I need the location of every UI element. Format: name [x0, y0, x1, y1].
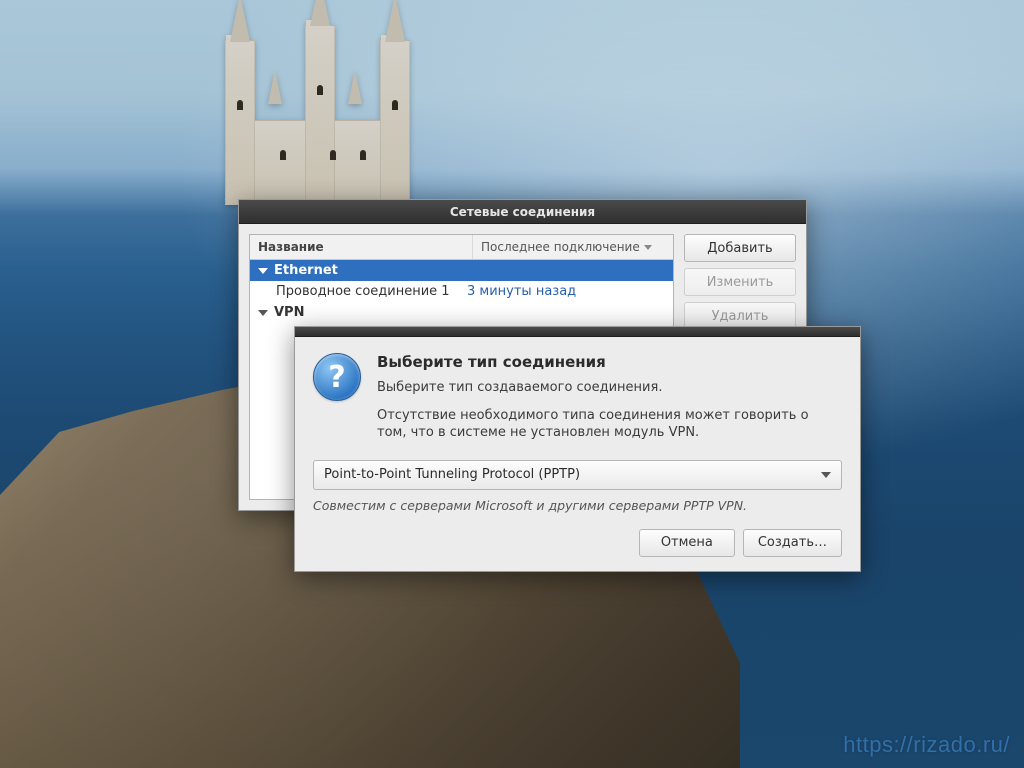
create-button[interactable]: Создать… — [743, 529, 842, 557]
create-button-label: Создать… — [758, 535, 827, 550]
expander-icon — [258, 310, 268, 316]
tree-item-last: 3 минуты назад — [467, 284, 667, 299]
connection-type-selected: Point-to-Point Tunneling Protocol (PPTP) — [324, 467, 821, 482]
column-name[interactable]: Название — [250, 235, 473, 259]
window-title[interactable]: Сетевые соединения — [239, 200, 806, 224]
column-last-used-label: Последнее подключение — [481, 240, 640, 254]
add-button-label: Добавить — [707, 241, 772, 256]
window-title-label: Сетевые соединения — [450, 205, 595, 219]
column-last-used[interactable]: Последнее подключение — [473, 235, 673, 259]
cancel-button[interactable]: Отмена — [639, 529, 735, 557]
cancel-button-label: Отмена — [661, 535, 713, 550]
tree-group-label: Ethernet — [274, 263, 338, 278]
add-button[interactable]: Добавить — [684, 234, 796, 262]
chevron-down-icon — [821, 472, 831, 478]
dialog-note: Отсутствие необходимого типа соединения … — [377, 407, 842, 442]
dialog-titlebar[interactable] — [295, 327, 860, 337]
tree-group-label: VPN — [274, 305, 304, 320]
edit-button-label: Изменить — [707, 275, 774, 290]
edit-button: Изменить — [684, 268, 796, 296]
sort-descending-icon — [644, 245, 652, 250]
tree-header: Название Последнее подключение — [250, 235, 673, 260]
dialog-heading: Выберите тип соединения — [377, 353, 842, 371]
dialog-choose-connection-type: ? Выберите тип соединения Выберите тип с… — [294, 326, 861, 572]
expander-icon — [258, 268, 268, 274]
dialog-subheading: Выберите тип создаваемого соединения. — [377, 379, 842, 397]
tree-item-wired1[interactable]: Проводное соединение 1 3 минуты назад — [250, 281, 673, 302]
delete-button-label: Удалить — [712, 309, 769, 324]
column-name-label: Название — [258, 240, 324, 254]
tree-item-name: Проводное соединение 1 — [276, 284, 467, 299]
connection-type-combo[interactable]: Point-to-Point Tunneling Protocol (PPTP) — [313, 460, 842, 490]
tree-group-vpn[interactable]: VPN — [250, 302, 673, 323]
question-icon: ? — [313, 353, 361, 401]
connection-type-hint: Совместим с серверами Microsoft и другим… — [313, 498, 842, 513]
tree-group-ethernet[interactable]: Ethernet — [250, 260, 673, 281]
